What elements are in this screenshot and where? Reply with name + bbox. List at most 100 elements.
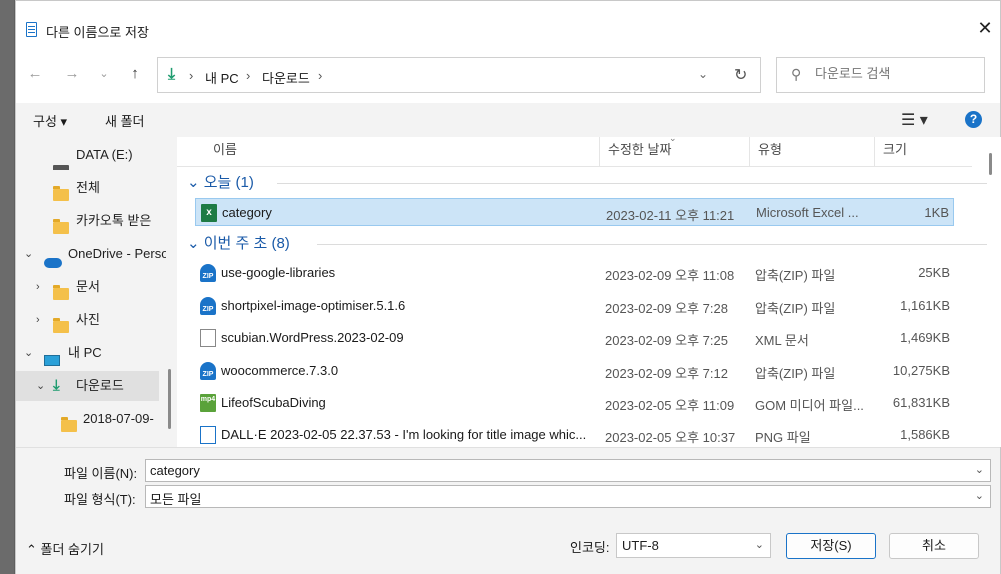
chevron-down-icon: ⌄ (754, 539, 764, 551)
sort-ascending-icon: ⌄ (669, 133, 677, 143)
dialog-title: 다른 이름으로 저장 (46, 25, 149, 40)
recent-locations-button[interactable]: ⌄ (93, 63, 115, 85)
filename-label: 파일 이름(N): (64, 466, 138, 481)
help-icon[interactable]: ? (965, 111, 982, 128)
file-date: 2023-02-09 오후 7:25 (605, 333, 728, 349)
folder-icon (53, 305, 69, 335)
forward-button[interactable]: → (61, 63, 83, 85)
filename-field[interactable]: category ⌄ (145, 459, 991, 482)
column-type[interactable]: 유형 (749, 137, 874, 167)
group-header[interactable]: ⌄ 오늘 (1) (187, 171, 254, 192)
file-row[interactable]: scubian.WordPress.2023-02-09 2023-02-09 오… (195, 324, 954, 352)
address-bar[interactable]: ⤓ › 내 PC › 다운로드 › ⌄ ↻ (157, 57, 761, 93)
file-row[interactable]: DALL·E 2023-02-05 22.37.53 - I'm looking… (195, 421, 954, 449)
file-row[interactable]: ZIP woocommerce.7.3.0 2023-02-09 오후 7:12 압축… (195, 357, 954, 385)
file-list-scrollbar[interactable] (989, 153, 992, 175)
file-size: 10,275KB (892, 362, 950, 378)
filename-value[interactable]: category (150, 463, 200, 478)
refresh-icon[interactable]: ↻ (734, 65, 747, 85)
nav-item[interactable]: › 사진 (16, 305, 166, 335)
video-file-icon: mp4 (200, 394, 216, 412)
encoding-select[interactable]: UTF-8 ⌄ (616, 533, 771, 558)
file-size: 25KB (918, 265, 950, 281)
file-size: 1KB (924, 205, 949, 220)
nav-item[interactable]: DATA (E:) (16, 140, 166, 170)
file-name: DALL·E 2023-02-05 22.37.53 - I'm looking… (221, 427, 587, 443)
file-name: woocommerce.7.3.0 (221, 362, 339, 378)
breadcrumb-my-pc[interactable]: 내 PC (205, 68, 239, 87)
save-as-dialog: 다른 이름으로 저장 ✕ ← → ⌄ ↑ ⤓ › 내 PC › 다운로드 › ⌄… (15, 0, 1001, 574)
title-bar: 다른 이름으로 저장 ✕ (16, 1, 1000, 41)
file-row[interactable]: x category 2023-02-11 오후 11:21 Microsoft Ex… (195, 198, 954, 226)
filetype-select[interactable]: 모든 파일 ⌄ (145, 485, 991, 508)
chevron-right-icon[interactable]: › (36, 305, 40, 335)
nav-item[interactable]: 2018-07-09- (16, 404, 166, 434)
new-folder-button[interactable]: 새 폴더 (105, 111, 145, 130)
nav-item-label: 카카오톡 받은 (76, 213, 152, 228)
breadcrumb-separator: › (246, 68, 251, 83)
file-row[interactable]: mp4 LifeofScubaDiving 2023-02-05 오후 11:09 G… (195, 389, 954, 417)
nav-item[interactable]: ⌄ 내 PC (16, 338, 166, 368)
file-size: 61,831KB (892, 395, 950, 410)
breadcrumb-downloads[interactable]: 다운로드 (262, 68, 310, 87)
nav-item[interactable]: ⌄ OneDrive - Perso (16, 239, 166, 269)
save-button[interactable]: 저장(S) (786, 533, 876, 559)
encoding-label: 인코딩: (570, 540, 610, 555)
zip-file-icon: ZIP (200, 264, 216, 283)
background-window-edge (0, 0, 14, 574)
nav-item-label: 2018-07-09- (83, 411, 154, 426)
nav-item-label: 전체 (76, 180, 100, 195)
search-box[interactable]: ⚲ (776, 57, 985, 93)
nav-item-label: 사진 (76, 312, 100, 327)
chevron-down-icon[interactable]: ⌄ (24, 239, 33, 269)
chevron-down-icon[interactable]: ⌄ (24, 338, 33, 368)
chevron-down-icon[interactable]: ⌄ (698, 67, 708, 81)
chevron-down-icon[interactable]: ⌄ (187, 174, 204, 191)
back-button[interactable]: ← (24, 63, 46, 85)
folder-icon (61, 404, 77, 434)
file-type: Microsoft Excel ... (756, 205, 859, 220)
hide-folders-button[interactable]: ⌃ 폴더 숨기기 (26, 539, 104, 558)
breadcrumb-separator: › (318, 68, 323, 83)
file-name: category (222, 205, 272, 220)
chevron-right-icon[interactable]: › (36, 272, 40, 302)
chevron-down-icon[interactable]: ⌄ (975, 463, 984, 476)
folder-icon (53, 173, 69, 203)
file-list: 이름 수정한 날짜 ⌄ 유형 크기 ⌄ 오늘 (1) x category 2023-… (177, 133, 1001, 449)
group-label: 오늘 (1) (203, 174, 254, 191)
close-button[interactable]: ✕ (970, 13, 1000, 43)
chevron-down-icon[interactable]: ⌄ (36, 371, 45, 401)
navigation-bar: ← → ⌄ ↑ ⤓ › 내 PC › 다운로드 › ⌄ ↻ ⚲ (16, 41, 1000, 103)
encoding-value: UTF-8 (622, 538, 659, 553)
column-size[interactable]: 크기 (874, 137, 959, 167)
nav-pane-scrollbar[interactable] (168, 369, 171, 429)
file-size: 1,469KB (900, 330, 950, 346)
filetype-label: 파일 형식(T): (64, 492, 136, 507)
file-date: 2023-02-11 오후 11:21 (606, 208, 735, 223)
group-header[interactable]: ⌄ 이번 주 초 (8) (187, 232, 290, 253)
download-icon: ⤓ (168, 66, 176, 83)
column-name[interactable]: 이름 (205, 137, 599, 167)
file-row[interactable]: ZIP shortpixel-image-optimiser.5.1.6 2023-… (195, 292, 954, 320)
file-name: scubian.WordPress.2023-02-09 (221, 330, 404, 346)
nav-item-label: 내 PC (68, 345, 102, 360)
breadcrumb-separator: › (189, 68, 194, 83)
file-type: 압축(ZIP) 파일 (755, 268, 836, 284)
nav-item[interactable]: 전체 (16, 173, 166, 203)
organize-button[interactable]: 구성 ▾ (33, 111, 67, 130)
nav-item[interactable]: ⌄ ⤓ 다운로드 (16, 371, 159, 401)
file-name: LifeofScubaDiving (221, 395, 326, 410)
chevron-down-icon[interactable]: ⌄ (975, 489, 984, 502)
chevron-down-icon[interactable]: ⌄ (187, 235, 204, 252)
file-row[interactable]: ZIP use-google-libraries 2023-02-09 오후 11:… (195, 259, 954, 287)
search-input[interactable] (815, 66, 975, 81)
view-options-icon[interactable]: ☰ ▾ (901, 110, 928, 130)
search-icon: ⚲ (791, 66, 802, 82)
document-file-icon (200, 329, 216, 348)
nav-item[interactable]: 카카오톡 받은 (16, 206, 166, 236)
nav-item[interactable]: › 문서 (16, 272, 166, 302)
cancel-button[interactable]: 취소 (889, 533, 979, 559)
group-label: 이번 주 초 (8) (203, 235, 290, 253)
file-type: PNG 파일 (755, 430, 811, 446)
up-button[interactable]: ↑ (124, 63, 146, 85)
